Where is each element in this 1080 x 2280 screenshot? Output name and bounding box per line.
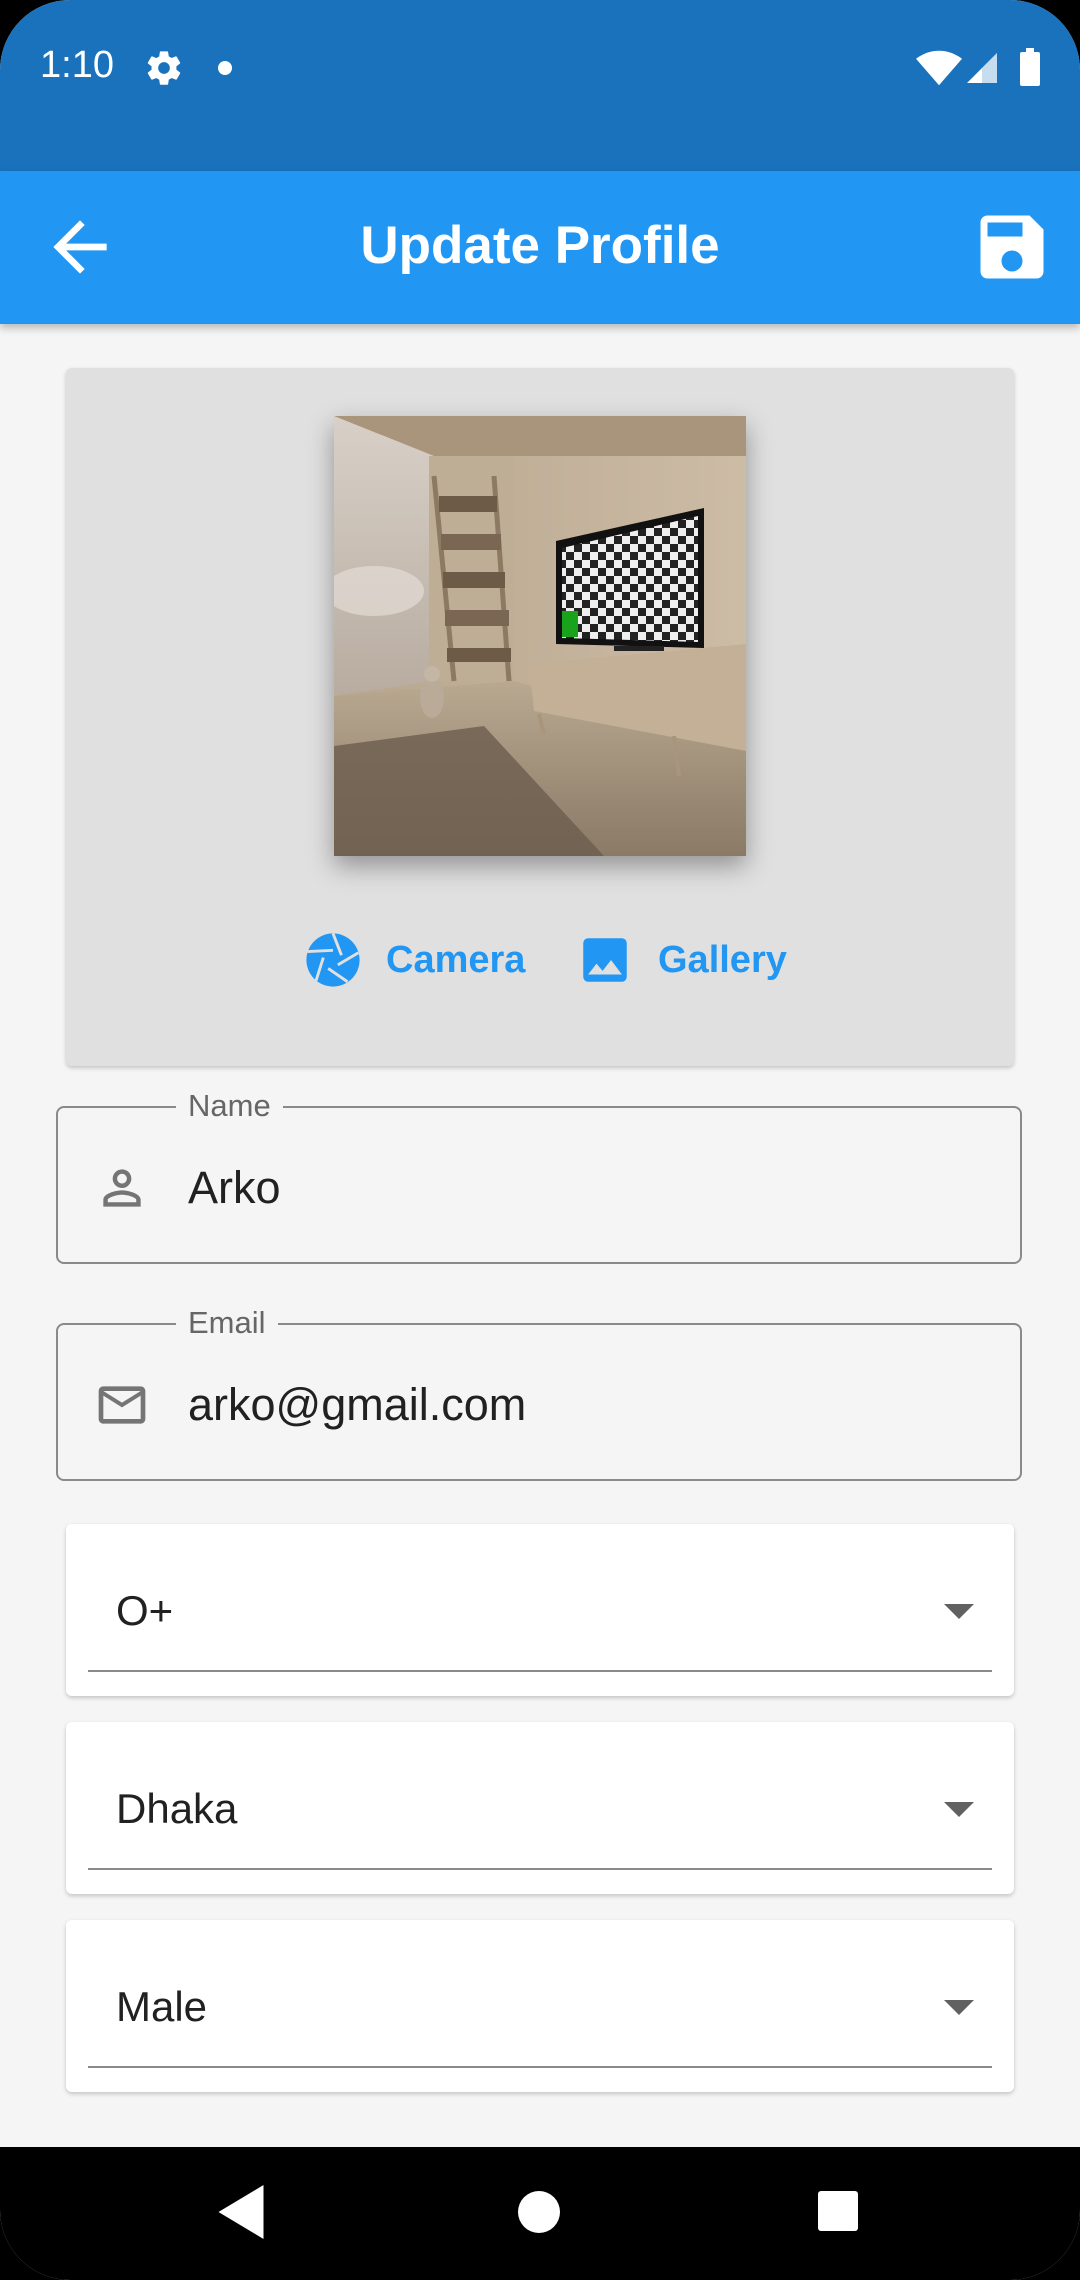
dropdown-underline <box>88 1868 992 1870</box>
blood-group-dropdown[interactable]: O+ <box>66 1524 1014 1696</box>
dropdown-underline <box>88 2066 992 2068</box>
gender-value: Male <box>116 1983 208 2030</box>
name-field[interactable]: Name Arko <box>56 1088 1022 1264</box>
nav-recents-icon[interactable] <box>818 2191 858 2231</box>
page-title: Update Profile <box>360 216 720 275</box>
status-time: 1:10 <box>40 44 114 86</box>
camera-button[interactable]: Camera <box>304 928 525 992</box>
nav-home-icon[interactable] <box>518 2191 560 2233</box>
dropdown-arrow-icon <box>944 2000 974 2015</box>
save-icon[interactable] <box>970 205 1054 289</box>
name-input[interactable]: Arko <box>188 1160 281 1216</box>
wifi-icon <box>916 50 962 86</box>
email-input[interactable]: arko@gmail.com <box>188 1377 526 1433</box>
city-value: Dhaka <box>116 1785 238 1832</box>
app-screen: 1:10 Update Profile Camera Gallery Name … <box>0 0 1080 2280</box>
dropdown-arrow-icon <box>944 1604 974 1619</box>
gear-icon <box>147 51 181 85</box>
email-field[interactable]: Email arko@gmail.com <box>56 1305 1022 1481</box>
city-dropdown[interactable]: Dhaka <box>66 1722 1014 1894</box>
battery-icon <box>1020 48 1040 86</box>
system-nav-bar <box>0 2147 1080 2280</box>
room-photo-image <box>334 416 746 856</box>
person-icon <box>103 1169 141 1207</box>
gender-dropdown[interactable]: Male <box>66 1920 1014 2092</box>
dropdown-underline <box>88 1670 992 1672</box>
app-bar: Update Profile <box>0 171 1080 324</box>
gallery-label: Gallery <box>658 938 787 981</box>
notification-dot <box>218 61 232 75</box>
profile-photo[interactable] <box>334 416 746 856</box>
blood-group-value: O+ <box>116 1587 174 1634</box>
mail-icon <box>98 1386 146 1424</box>
nav-back-icon[interactable] <box>218 2185 264 2239</box>
email-field-label: Email <box>176 1305 278 1341</box>
profile-image-card: Camera Gallery <box>66 368 1014 1066</box>
name-field-label: Name <box>176 1088 283 1124</box>
gallery-button[interactable]: Gallery <box>576 928 787 992</box>
camera-label: Camera <box>386 938 526 981</box>
camera-shutter-icon <box>306 932 360 987</box>
signal-icon <box>967 53 997 83</box>
dropdown-arrow-icon <box>944 1802 974 1817</box>
status-bar: 1:10 <box>0 0 1080 171</box>
image-icon <box>583 938 627 982</box>
